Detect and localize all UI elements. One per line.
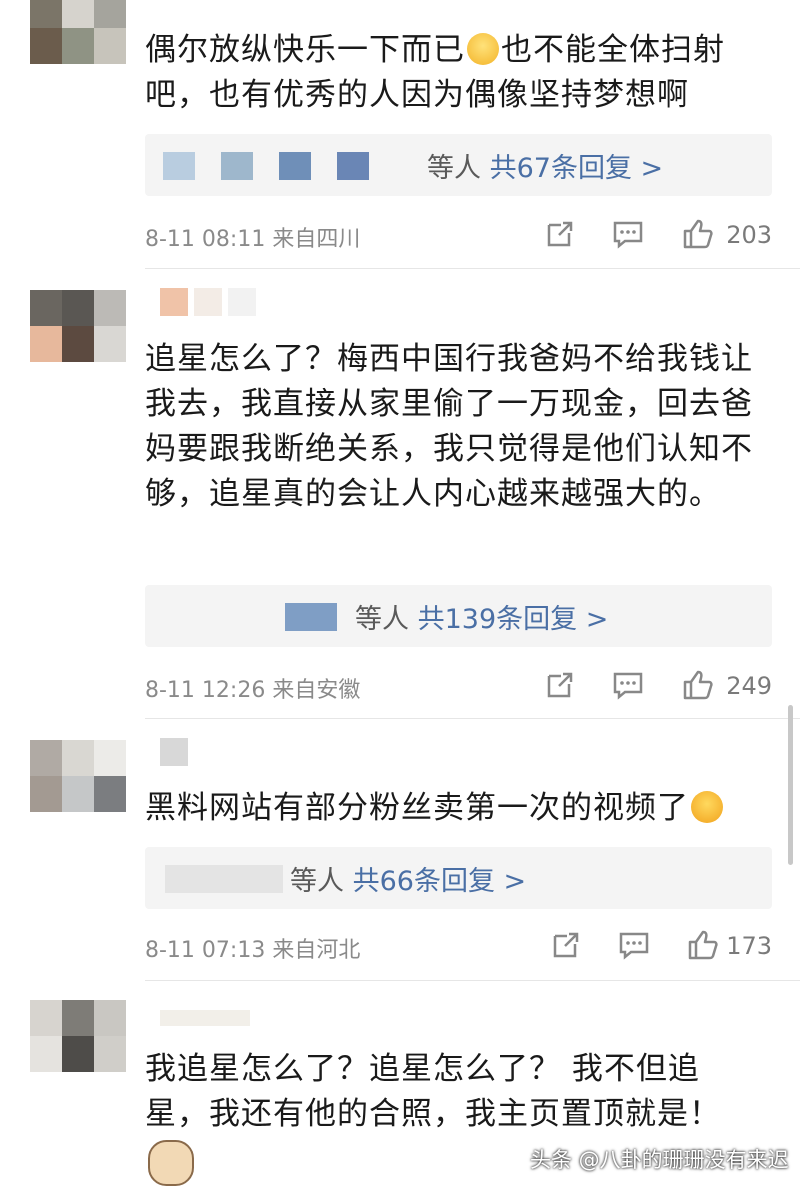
reply-summary[interactable]: 等人 共139条回复 >: [355, 597, 608, 636]
scrollbar[interactable]: [788, 705, 793, 865]
comment-meta: 8-11 08:11 来自四川 203: [145, 217, 772, 253]
divider: [145, 718, 800, 719]
reply-count[interactable]: 共139条回复 >: [418, 604, 609, 635]
like-count: 249: [726, 672, 772, 700]
reply-avatars: [285, 603, 337, 631]
comment-time: 8-11 12:26 来自安徽: [145, 678, 361, 703]
avatar[interactable]: [30, 740, 126, 812]
reply-preview[interactable]: 等人 共66条回复 >: [145, 847, 772, 909]
comment-icon[interactable]: [611, 668, 645, 702]
like-count: 173: [726, 932, 772, 960]
username[interactable]: [160, 1010, 250, 1040]
comment-text: 追星怎么了？梅西中国行我爸妈不给我钱让我去，我直接从家里偷了一万现金，回去爸妈要…: [145, 341, 753, 512]
comment-text: 我追星怎么了？追星怎么了？ 我不但追星，我还有他的合照，我主页置顶就是！: [145, 1051, 721, 1132]
reply-preview[interactable]: 等人 共67条回复 >: [145, 134, 772, 196]
divider: [145, 980, 800, 981]
shock-emoji-icon: [691, 791, 723, 823]
comment-meta: 8-11 07:13 来自河北 173: [145, 928, 772, 964]
reply-count[interactable]: 共67条回复 >: [490, 153, 664, 184]
avatar[interactable]: [30, 1000, 126, 1072]
like-icon[interactable]: [686, 928, 720, 962]
avatar[interactable]: [30, 0, 126, 64]
comment-icon[interactable]: [611, 217, 645, 251]
cat-emoji-icon: [148, 1140, 194, 1186]
comment-text: 偶尔放纵快乐一下而已 也不能全体扫射 吧，也有优秀的人因为偶像坚持梦想啊: [145, 32, 725, 113]
comment-icon[interactable]: [617, 928, 651, 962]
reply-avatars: [165, 865, 283, 893]
like-icon[interactable]: [681, 668, 715, 702]
comment-meta: 8-11 12:26 来自安徽 249: [145, 668, 772, 704]
divider: [145, 268, 800, 269]
username[interactable]: [160, 738, 188, 768]
comment-time: 8-11 07:13 来自河北: [145, 938, 361, 963]
reply-summary[interactable]: 等人 共67条回复 >: [427, 146, 663, 185]
share-icon[interactable]: [549, 928, 583, 962]
reply-count[interactable]: 共66条回复 >: [353, 866, 527, 897]
reply-summary[interactable]: 等人 共66条回复 >: [290, 859, 526, 898]
comment-time: 8-11 08:11 来自四川: [145, 227, 361, 252]
like-icon[interactable]: [681, 217, 715, 251]
comment-text: 黑料网站有部分粉丝卖第一次的视频了: [145, 786, 765, 831]
share-icon[interactable]: [543, 668, 577, 702]
reply-preview[interactable]: 等人 共139条回复 >: [145, 585, 772, 647]
share-icon[interactable]: [543, 217, 577, 251]
username[interactable]: [160, 288, 256, 318]
reply-avatars: [163, 152, 369, 180]
smile-emoji-icon: [467, 33, 499, 65]
avatar[interactable]: [30, 290, 126, 362]
like-count: 203: [726, 221, 772, 249]
watermark: 头条 @八卦的珊珊没有来迟: [530, 1148, 789, 1172]
